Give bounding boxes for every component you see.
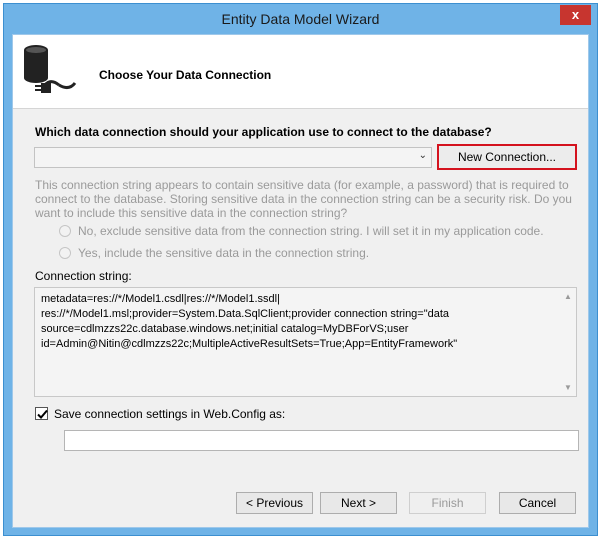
close-button[interactable]: x xyxy=(560,5,591,25)
include-label: Yes, include the sensitive data in the c… xyxy=(78,246,370,260)
save-settings-label: Save connection settings in Web.Config a… xyxy=(54,407,286,421)
connection-string-box[interactable]: metadata=res://*/Model1.csdl|res://*/Mod… xyxy=(34,287,577,397)
connection-string-text: metadata=res://*/Model1.csdl|res://*/Mod… xyxy=(41,293,458,350)
previous-button[interactable]: < Previous xyxy=(236,492,313,514)
include-sensitive-option[interactable]: Yes, include the sensitive data in the c… xyxy=(59,246,369,260)
database-plug-icon xyxy=(24,45,77,93)
close-icon: x xyxy=(571,7,580,22)
wizard-header: Choose Your Data Connection xyxy=(13,35,588,109)
page-title: Choose Your Data Connection xyxy=(99,68,272,82)
window-title: Entity Data Model Wizard xyxy=(221,11,380,27)
wizard-window: Entity Data Model Wizard x Choose Your D… xyxy=(3,3,598,536)
connection-question: Which data connection should your applic… xyxy=(35,125,492,139)
include-radio[interactable] xyxy=(59,247,71,259)
chevron-down-icon: ⌄ xyxy=(418,150,427,161)
finish-button[interactable]: Finish xyxy=(409,492,486,514)
next-button[interactable]: Next > xyxy=(320,492,397,514)
checkmark-icon xyxy=(37,409,48,419)
exclude-radio[interactable] xyxy=(59,225,71,237)
save-settings-checkbox[interactable] xyxy=(35,407,48,420)
exclude-label: No, exclude sensitive data from the conn… xyxy=(78,224,544,238)
save-settings-row[interactable]: Save connection settings in Web.Config a… xyxy=(35,407,285,421)
title-bar[interactable]: Entity Data Model Wizard x xyxy=(4,4,597,33)
exclude-sensitive-option[interactable]: No, exclude sensitive data from the conn… xyxy=(59,224,544,238)
cancel-button[interactable]: Cancel xyxy=(499,492,576,514)
connection-string-label: Connection string: xyxy=(35,269,132,283)
connection-string-scrollbar[interactable]: ▲ ▼ xyxy=(561,288,576,396)
new-connection-button[interactable]: New Connection... xyxy=(437,144,577,170)
scroll-down-icon[interactable]: ▼ xyxy=(564,383,572,392)
sensitive-data-notice: This connection string appears to contai… xyxy=(35,178,572,220)
connection-dropdown[interactable]: ⌄ xyxy=(34,147,432,168)
scroll-up-icon[interactable]: ▲ xyxy=(564,292,572,301)
wizard-content: Choose Your Data Connection Which data c… xyxy=(12,34,589,528)
web-config-name-input[interactable] xyxy=(64,430,579,451)
